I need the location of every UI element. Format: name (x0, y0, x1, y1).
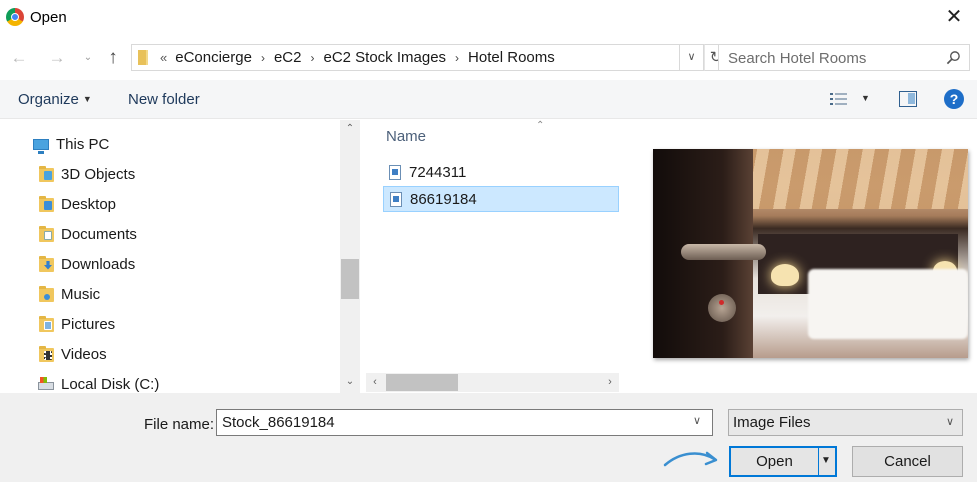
tree-item-music[interactable]: Music (38, 285, 101, 303)
chevron-right-icon[interactable]: › (261, 51, 265, 65)
view-options-icon[interactable] (830, 92, 848, 106)
navigation-pane: This PC 3D Objects Desktop Documents Dow… (0, 120, 340, 393)
open-button-label: Open (756, 453, 793, 470)
chevron-down-icon[interactable]: ⌄ (340, 373, 360, 391)
breadcrumb: « eConcierge › eC2 › eC2 Stock Images › … (160, 49, 555, 66)
tree-item-label: Videos (61, 346, 107, 363)
chevron-down-icon: ∨ (945, 416, 954, 428)
chevron-up-icon[interactable]: ⌃ (340, 120, 360, 138)
file-list-scrollbar[interactable]: ‹ › (366, 373, 619, 392)
sort-ascending-icon: ⌃ (536, 120, 545, 131)
new-folder-button[interactable]: New folder (128, 91, 200, 108)
tree-item-downloads[interactable]: Downloads (38, 255, 136, 273)
tree-item-3d-objects[interactable]: 3D Objects (38, 165, 136, 183)
file-type-value: Image Files (733, 414, 811, 431)
file-type-select[interactable]: Image Files ∨ (728, 409, 963, 436)
tree-item-label: Music (61, 286, 101, 303)
chevron-left-icon[interactable]: ‹ (366, 373, 384, 392)
breadcrumb-item[interactable]: eConcierge (175, 49, 252, 66)
tree-item-label: Pictures (61, 316, 116, 333)
scrollbar-thumb[interactable] (386, 374, 458, 391)
recent-locations-button[interactable]: ⌄ (80, 47, 96, 69)
hotel-room-preview-image (653, 149, 968, 358)
file-list: ⌃ Name 7244311 86619184 (360, 120, 620, 393)
folder-desktop-icon (39, 195, 54, 212)
organize-button[interactable]: Organize ▼ (18, 91, 92, 108)
tree-item-label: Desktop (61, 196, 117, 213)
scrollbar-thumb[interactable] (341, 259, 359, 299)
breadcrumb-item[interactable]: Hotel Rooms (468, 49, 555, 66)
preview-pane-toggle[interactable] (899, 91, 917, 107)
file-name-input[interactable] (216, 409, 713, 436)
preview-pane (620, 120, 977, 393)
disk-icon (38, 376, 54, 390)
tree-item-videos[interactable]: Videos (38, 345, 107, 363)
tree-item-label: Documents (61, 226, 137, 243)
up-button[interactable]: ↑ (101, 47, 125, 69)
chevron-right-icon[interactable]: › (310, 51, 314, 65)
tree-item-local-disk[interactable]: Local Disk (C:) (38, 376, 159, 393)
title-bar: Open ✕ (0, 0, 977, 36)
pointer-arrow-icon (663, 451, 718, 467)
tree-item-pictures[interactable]: Pictures (38, 315, 116, 333)
dialog-footer: File name: ∨ Image Files ∨ Open ▼ Cancel (0, 393, 977, 482)
address-history-button[interactable]: ∨ (680, 44, 704, 71)
folder-pictures-icon (39, 315, 54, 332)
cancel-button[interactable]: Cancel (852, 446, 963, 477)
breadcrumb-overflow[interactable]: « (160, 50, 167, 65)
folder-3d-objects-icon (39, 165, 54, 182)
column-header-name[interactable]: Name (386, 128, 426, 145)
folder-videos-icon (39, 345, 54, 362)
computer-icon (33, 138, 49, 154)
file-row[interactable]: 7244311 (383, 159, 619, 185)
tree-item-label: Local Disk (C:) (61, 376, 160, 393)
chevron-right-icon[interactable]: › (455, 51, 459, 65)
folder-icon (138, 50, 148, 65)
tree-item-this-pc[interactable]: This PC (33, 136, 110, 154)
image-file-icon (389, 164, 401, 180)
tree-item-label: 3D Objects (61, 166, 136, 183)
file-name: 7244311 (409, 163, 467, 181)
command-bar: Organize ▼ New folder ▼ ? (0, 80, 977, 119)
navigation-scrollbar[interactable]: ⌃ ⌄ (340, 120, 360, 393)
open-button[interactable]: Open ▼ (729, 446, 837, 477)
address-bar[interactable]: « eConcierge › eC2 › eC2 Stock Images › … (131, 44, 680, 71)
tree-item-desktop[interactable]: Desktop (38, 195, 117, 213)
caret-down-icon[interactable]: ▼ (861, 93, 870, 103)
close-icon: ✕ (945, 6, 963, 28)
help-button[interactable]: ? (944, 89, 964, 109)
tree-item-label: This PC (56, 136, 110, 153)
file-row-selected[interactable]: 86619184 (383, 186, 619, 212)
breadcrumb-item[interactable]: eC2 Stock Images (323, 49, 446, 66)
folder-music-icon (39, 285, 54, 302)
chrome-icon (6, 8, 24, 26)
folder-documents-icon (39, 225, 54, 242)
search-icon (946, 51, 960, 65)
open-options-caret-icon[interactable]: ▼ (821, 455, 831, 466)
search-placeholder: Search Hotel Rooms (728, 50, 867, 67)
back-button[interactable]: ← (7, 47, 31, 69)
file-name-label: File name: (144, 416, 215, 433)
tree-item-label: Downloads (61, 256, 136, 273)
tree-item-documents[interactable]: Documents (38, 225, 137, 243)
organize-label: Organize (18, 91, 79, 108)
chevron-right-icon[interactable]: › (601, 373, 619, 392)
file-name: 86619184 (410, 190, 477, 208)
close-button[interactable]: ✕ (931, 0, 977, 36)
caret-down-icon: ▼ (82, 94, 92, 104)
chevron-down-icon[interactable]: ∨ (693, 414, 701, 427)
search-input[interactable]: Search Hotel Rooms (718, 44, 970, 71)
open-file-dialog: Open ✕ ← → ⌄ ↑ « eConcierge › eC2 › eC2 … (0, 0, 977, 482)
folder-downloads-icon (39, 255, 54, 272)
image-file-icon (390, 191, 402, 207)
dialog-title: Open (30, 9, 67, 26)
breadcrumb-item[interactable]: eC2 (274, 49, 302, 66)
forward-button[interactable]: → (45, 47, 69, 69)
